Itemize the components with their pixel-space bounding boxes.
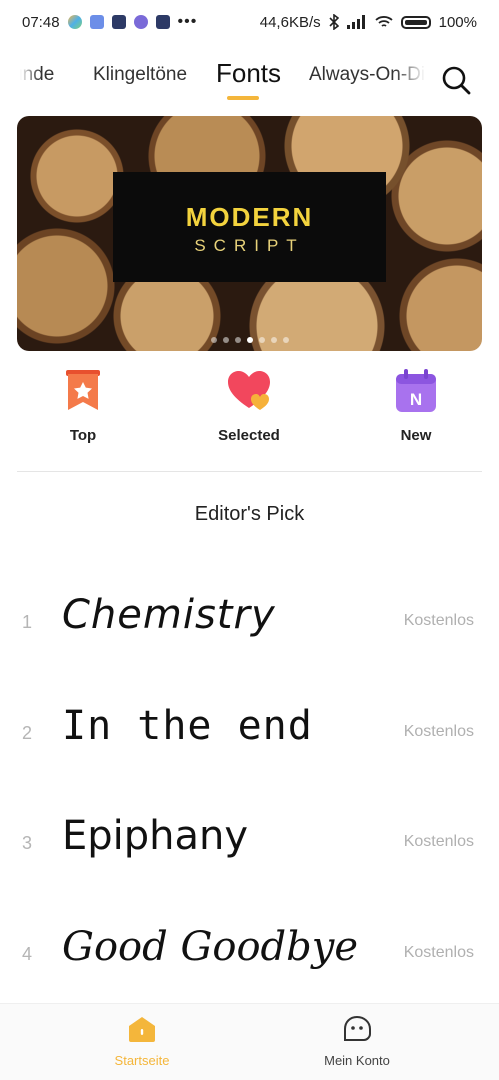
- tab-fonts[interactable]: Fonts: [216, 58, 281, 89]
- app-notification-icon: [89, 15, 104, 29]
- font-rank: 2: [22, 723, 33, 743]
- carousel-dots: [17, 337, 482, 343]
- status-bar: 07:48 ••• 44,6KB/s 100%: [0, 0, 499, 44]
- font-price: Kostenlos: [403, 723, 474, 740]
- battery-icon: [400, 15, 431, 29]
- status-time: 07:48: [22, 13, 60, 31]
- font-price: Kostenlos: [403, 833, 474, 850]
- nav-home[interactable]: Startseite: [72, 1016, 212, 1068]
- wifi-icon: [375, 16, 393, 27]
- more-notifications-icon: •••: [177, 13, 198, 30]
- section-title: Editor's Pick: [194, 503, 305, 525]
- carousel-dot: [210, 337, 217, 343]
- category-top[interactable]: Top: [33, 368, 133, 444]
- category-tabbar: ünde Klingeltöne Fonts Always-On-Di: [0, 52, 499, 108]
- app-notification-icon: [111, 15, 126, 29]
- banner-card: MODERN SCRIPT: [113, 172, 386, 282]
- network-speed: 44,6KB/s: [259, 13, 321, 31]
- font-rank: 4: [22, 944, 33, 964]
- bookmark-star-icon: [66, 370, 100, 410]
- font-row[interactable]: 2 In the end Kostenlos: [0, 693, 499, 783]
- battery-level: 100%: [438, 13, 477, 31]
- category-top-label: Top: [69, 427, 97, 444]
- svg-text:N: N: [410, 390, 422, 409]
- nav-home-label: Startseite: [114, 1053, 170, 1068]
- search-icon[interactable]: [440, 64, 472, 96]
- carousel-dot-active: [246, 337, 253, 343]
- font-rank: 1: [22, 612, 33, 632]
- font-rank: 3: [22, 833, 33, 853]
- font-row[interactable]: 4 Good Goodbye Kostenlos: [0, 914, 499, 1004]
- tab-ringtones[interactable]: Klingeltöne: [93, 64, 187, 86]
- font-row[interactable]: 1 Chemistry Kostenlos: [0, 582, 499, 672]
- hearts-icon: [228, 371, 270, 410]
- carousel-dot: [222, 337, 229, 343]
- font-name: Chemistry: [62, 592, 276, 638]
- home-icon: [129, 1017, 155, 1042]
- app-notification-icon: [133, 15, 148, 29]
- banner-subtitle: SCRIPT: [194, 236, 305, 255]
- font-name: In the end: [62, 703, 313, 749]
- bottom-navigation: Startseite Mein Konto: [0, 1003, 499, 1080]
- divider: [17, 471, 482, 472]
- font-row[interactable]: 3 Epiphany Kostenlos: [0, 803, 499, 893]
- bluetooth-icon: [329, 14, 339, 30]
- category-selected-label: Selected: [218, 427, 280, 444]
- carousel-dot: [258, 337, 265, 343]
- banner-title: MODERN: [185, 202, 314, 232]
- font-name: Epiphany: [62, 813, 249, 859]
- active-tab-indicator: [227, 96, 259, 100]
- nav-account[interactable]: Mein Konto: [287, 1015, 427, 1068]
- signal-icon: [346, 15, 365, 29]
- carousel-dot: [270, 337, 277, 343]
- app-notification-icon: [155, 15, 170, 29]
- nav-account-label: Mein Konto: [324, 1053, 390, 1068]
- category-selected[interactable]: Selected: [199, 368, 299, 444]
- carousel-dot: [234, 337, 241, 343]
- font-price: Kostenlos: [403, 612, 474, 629]
- tab-scroller[interactable]: ünde Klingeltöne Fonts Always-On-Di: [20, 52, 425, 108]
- category-new-label: New: [400, 427, 432, 444]
- account-face-icon: [344, 1015, 371, 1041]
- featured-banner[interactable]: MODERN SCRIPT: [17, 116, 482, 351]
- app-notification-icon: [67, 15, 82, 29]
- calendar-n-icon: N: [396, 369, 436, 412]
- category-new[interactable]: N New: [366, 368, 466, 444]
- font-name: Good Goodbye: [62, 924, 359, 970]
- carousel-dot: [282, 337, 289, 343]
- font-price: Kostenlos: [403, 944, 474, 961]
